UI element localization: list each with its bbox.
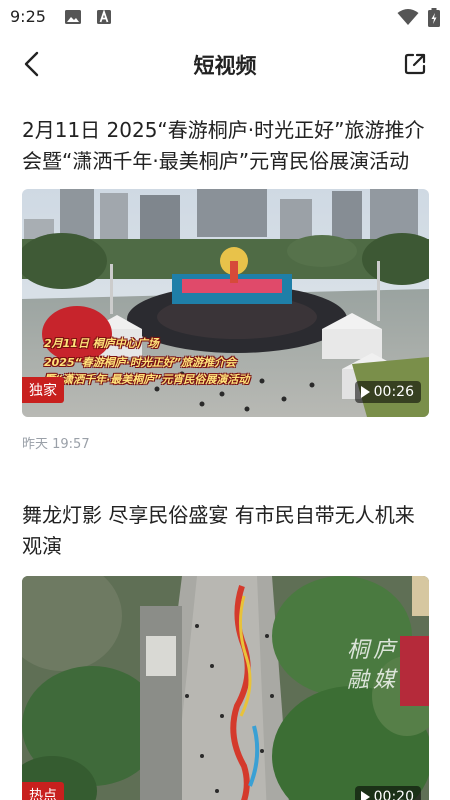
top-app-bar: 短视频 — [0, 38, 450, 90]
exclusive-badge: 独家 — [22, 377, 64, 403]
video-card[interactable]: 舞龙灯影 尽享民俗盛宴 有市民自带无人机来观演 桐庐融媒 热点 00:20 — [22, 500, 429, 800]
a-letter-icon — [97, 9, 111, 24]
page-title: 短视频 — [193, 54, 257, 78]
duration-text: 00:26 — [373, 384, 414, 400]
video-duration: 00:20 — [354, 786, 421, 800]
video-thumbnail[interactable]: 2月11日 桐庐中心广场 2025“春游桐庐·时光正好”旅游推介会 暨“潇洒千年… — [22, 189, 429, 417]
status-time: 9:25 — [10, 7, 46, 26]
video-card[interactable]: 2月11日 2025“春游桐庐·时光正好”旅游推介会暨“潇洒千年·最美桐庐”元宵… — [22, 115, 429, 452]
watermark-logo: 桐庐融媒 — [343, 636, 403, 696]
video-thumbnail[interactable]: 桐庐融媒 热点 00:20 — [22, 576, 429, 800]
overlay-caption-line-3: 暨“潇洒千年·最美桐庐”元宵民俗展演活动 — [44, 373, 250, 386]
overlay-caption-line-1: 2月11日 桐庐中心广场 — [44, 337, 159, 350]
publish-time: 昨天 19:57 — [22, 437, 90, 452]
share-button[interactable] — [400, 49, 430, 79]
article-title[interactable]: 2月11日 2025“春游桐庐·时光正好”旅游推介会暨“潇洒千年·最美桐庐”元宵… — [22, 115, 429, 177]
video-duration: 00:26 — [354, 381, 421, 403]
battery-icon — [428, 8, 440, 27]
play-icon — [360, 386, 370, 398]
duration-text: 00:20 — [373, 789, 414, 800]
image-icon — [65, 10, 81, 24]
overlay-caption-line-2: 2025“春游桐庐·时光正好”旅游推介会 — [44, 356, 236, 369]
hot-badge: 热点 — [22, 782, 64, 800]
play-icon — [360, 791, 370, 800]
watermark-text: 桐庐融媒 — [346, 638, 399, 693]
status-bar: 9:25 — [0, 0, 450, 34]
article-title[interactable]: 舞龙灯影 尽享民俗盛宴 有市民自带无人机来观演 — [22, 500, 429, 562]
wifi-icon — [397, 9, 419, 25]
share-icon — [404, 53, 426, 75]
